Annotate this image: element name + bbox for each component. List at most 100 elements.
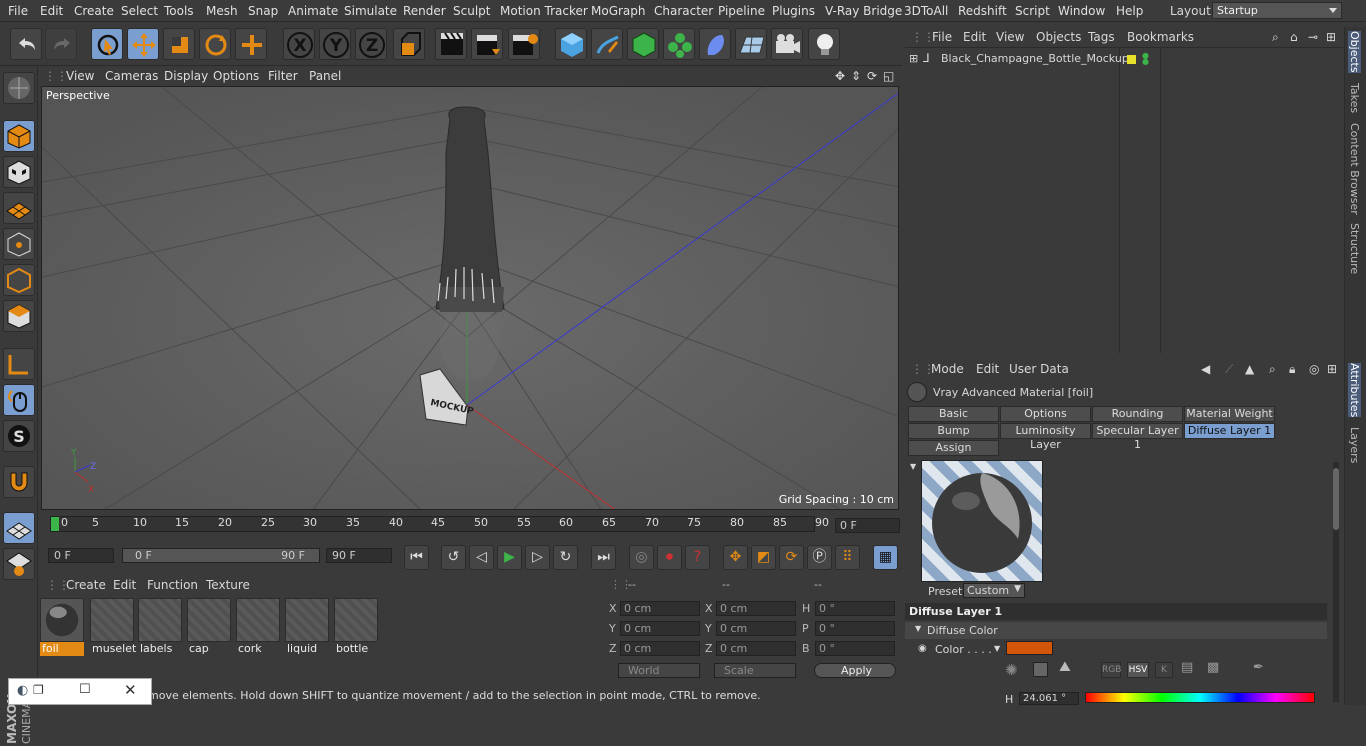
hue-field[interactable]: 24.061 ° xyxy=(1019,692,1079,705)
attr-scrollbar[interactable] xyxy=(1333,462,1339,702)
current-frame-field[interactable]: 0 F xyxy=(835,518,900,533)
subdivision-button[interactable] xyxy=(627,28,659,60)
material-swatch-labels[interactable]: labels xyxy=(138,598,182,656)
material-menu-create[interactable]: Create xyxy=(66,578,106,592)
cloner-button[interactable] xyxy=(663,28,695,60)
forward-arrow-icon[interactable]: ⟋ xyxy=(1225,362,1233,377)
color-spectrum-icon[interactable] xyxy=(1033,662,1048,677)
end-frame-field[interactable]: 90 F xyxy=(326,548,392,563)
viewport-maximize-icon[interactable]: ◱ xyxy=(883,69,894,83)
back-icon[interactable]: ⊸ xyxy=(1308,30,1318,44)
z-axis-button[interactable]: Z xyxy=(355,28,387,60)
points-mode-button[interactable] xyxy=(3,228,35,260)
material-swatch-foil[interactable]: foil xyxy=(40,598,84,656)
viewport-menu-display[interactable]: Display xyxy=(164,69,208,83)
menu-3dtoall[interactable]: 3DToAll xyxy=(904,4,948,18)
coordinate-system-button[interactable] xyxy=(393,28,425,60)
rotation-p-field[interactable]: 0 ° xyxy=(815,621,895,636)
object-name[interactable]: Black_Champagne_Bottle_Mockup xyxy=(941,52,1129,65)
object-menu-objects[interactable]: Objects xyxy=(1036,30,1081,44)
next-frame-button[interactable]: ▷ xyxy=(525,545,550,570)
position-z-field[interactable]: 0 cm xyxy=(620,641,700,656)
material-swatch-cap[interactable]: cap xyxy=(187,598,231,656)
material-swatch-bottle[interactable]: bottle xyxy=(334,598,378,656)
restore-icon[interactable]: ❐ xyxy=(33,683,44,697)
tab-diffuse-layer-1[interactable]: Diffuse Layer 1 xyxy=(1184,423,1275,439)
side-tab-takes[interactable]: Takes xyxy=(1348,83,1361,113)
viewport-menu-filter[interactable]: Filter xyxy=(268,69,298,83)
object-menu-file[interactable]: File xyxy=(932,30,952,44)
menu-motion-tracker[interactable]: Motion Tracker xyxy=(500,4,588,18)
attr-menu-mode[interactable]: Mode xyxy=(931,362,964,376)
playhead[interactable] xyxy=(51,517,59,531)
redo-button[interactable] xyxy=(45,28,77,60)
search-icon[interactable]: ⌕ xyxy=(1272,30,1279,45)
live-selection-button[interactable] xyxy=(91,28,123,60)
collapse-arrow-icon[interactable]: ▼ xyxy=(910,462,916,471)
key-parameter-button[interactable]: Ⓟ xyxy=(807,545,832,570)
axis-mode-button[interactable] xyxy=(3,348,35,380)
material-swatch-cork[interactable]: cork xyxy=(236,598,280,656)
record-keys-button[interactable]: ◎ xyxy=(629,545,654,570)
next-key-button[interactable]: ↻ xyxy=(553,545,578,570)
size-mode-select[interactable]: Scale xyxy=(714,663,796,678)
preview-range-slider[interactable]: 0 F 90 F xyxy=(122,548,320,563)
go-to-start-button[interactable]: ⏮ xyxy=(404,545,429,570)
locked-workplane-button[interactable] xyxy=(3,548,35,580)
floor-button[interactable] xyxy=(735,28,767,60)
viewport-menu-options[interactable]: Options xyxy=(213,69,259,83)
viewport-menu-panel[interactable]: Panel xyxy=(309,69,341,83)
key-rotation-button[interactable]: ⟳ xyxy=(779,545,804,570)
material-menu-edit[interactable]: Edit xyxy=(113,578,136,592)
expand-icon[interactable]: ⊞ xyxy=(909,52,918,65)
snap-button[interactable] xyxy=(3,466,35,498)
model-mode-button[interactable] xyxy=(3,120,35,152)
menu-render[interactable]: Render xyxy=(403,4,446,18)
side-tab-objects[interactable]: Objects xyxy=(1348,31,1361,73)
up-arrow-icon[interactable]: ▲ xyxy=(1245,362,1254,376)
rotation-b-field[interactable]: 0 ° xyxy=(815,641,895,656)
key-position-button[interactable]: ✥ xyxy=(723,545,748,570)
texture-mode-button[interactable] xyxy=(3,156,35,188)
make-editable-button[interactable] xyxy=(3,72,35,104)
cube-button[interactable] xyxy=(555,28,587,60)
menu-window[interactable]: Window xyxy=(1058,4,1105,18)
move-button[interactable] xyxy=(127,28,159,60)
material-swatch-liquid[interactable]: liquid xyxy=(285,598,329,656)
menu-edit[interactable]: Edit xyxy=(40,4,63,18)
hue-slider[interactable] xyxy=(1085,692,1315,703)
previous-frame-button[interactable]: ◁ xyxy=(469,545,494,570)
color-swatch[interactable] xyxy=(1006,641,1053,655)
light-button[interactable] xyxy=(808,28,840,60)
tab-options[interactable]: Options xyxy=(1000,406,1091,422)
material-swatch-muselet[interactable]: muselet xyxy=(90,598,136,656)
camera-button[interactable] xyxy=(771,28,803,60)
menu-plugins[interactable]: Plugins xyxy=(772,4,815,18)
tab-rounding[interactable]: Rounding xyxy=(1092,406,1183,422)
size-x-field[interactable]: 0 cm xyxy=(716,601,796,616)
color-mixer-icon[interactable]: ▤ xyxy=(1181,660,1193,675)
swatches-icon[interactable]: ▩ xyxy=(1207,660,1219,675)
menu-animate[interactable]: Animate xyxy=(288,4,338,18)
new-panel-icon[interactable]: ⊞ xyxy=(1326,30,1336,44)
object-menu-bookmarks[interactable]: Bookmarks xyxy=(1127,30,1194,44)
tab-specular-layer-1[interactable]: Specular Layer 1 xyxy=(1092,423,1183,451)
deformer-button[interactable] xyxy=(699,28,731,60)
group-header[interactable]: ▼ Diffuse Color xyxy=(905,622,1327,639)
position-x-field[interactable]: 0 cm xyxy=(620,601,700,616)
object-menu-tags[interactable]: Tags xyxy=(1088,30,1115,44)
tweak-mode-button[interactable] xyxy=(3,384,35,416)
tab-basic[interactable]: Basic xyxy=(908,406,999,422)
object-row[interactable]: ⊞ ⅃ Black_Champagne_Bottle_Mockup ● ● xyxy=(905,51,1343,68)
coord-mode-select[interactable]: World xyxy=(618,663,700,678)
tab-luminosity-layer[interactable]: Luminosity Layer xyxy=(1000,423,1091,451)
lock-icon[interactable]: 🔒︎ xyxy=(1289,362,1295,377)
keyframe-selection-button[interactable]: ? xyxy=(685,545,710,570)
viewport-menu-cameras[interactable]: Cameras xyxy=(105,69,158,83)
viewport-menu-view[interactable]: View xyxy=(66,69,94,83)
timeline[interactable]: 0 5 10 15 20 25 30 35 40 45 50 55 60 65 … xyxy=(40,512,902,542)
edges-mode-button[interactable] xyxy=(3,264,35,296)
side-tab-content-browser[interactable]: Content Browser xyxy=(1348,123,1361,215)
kelvin-mode-button[interactable]: K xyxy=(1155,662,1173,678)
timeline-window-button[interactable]: ▦ xyxy=(873,545,898,570)
